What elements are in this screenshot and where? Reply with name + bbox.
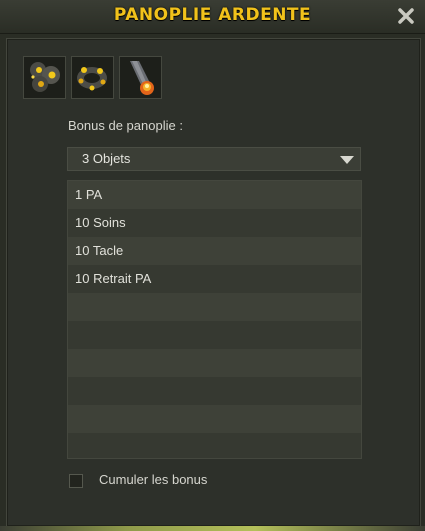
item-slot-belt[interactable]	[71, 56, 114, 99]
dropdown-selected-value: 3 Objets	[82, 151, 131, 166]
bonus-list[interactable]: 1 PA 10 Soins 10 Tacle 10 Retrait PA	[67, 180, 362, 459]
ardent-belt-icon	[77, 67, 107, 91]
cumulate-checkbox[interactable]	[69, 474, 83, 488]
bonus-row: 1 PA	[68, 181, 361, 209]
bottom-edge	[0, 526, 425, 531]
bonus-row: 10 Retrait PA	[68, 265, 361, 293]
content-panel: Bonus de panoplie : 3 Objets 1 PA 10 Soi…	[6, 38, 421, 527]
ardent-torch-weapon-icon	[130, 61, 154, 95]
bonus-row	[68, 405, 361, 433]
chevron-down-icon	[340, 156, 354, 164]
bonus-row	[68, 321, 361, 349]
bonus-row	[68, 433, 361, 458]
item-count-dropdown[interactable]: 3 Objets	[67, 147, 361, 171]
title-bar[interactable]: PANOPLIE ARDENTE	[0, 0, 425, 34]
close-icon	[398, 8, 414, 24]
item-slot-amulet[interactable]	[23, 56, 66, 99]
close-button[interactable]	[395, 5, 417, 27]
ardent-amulet-icon	[30, 62, 60, 92]
set-bonus-label: Bonus de panoplie :	[68, 118, 183, 133]
bonus-row	[68, 377, 361, 405]
window-title: PANOPLIE ARDENTE	[113, 5, 312, 25]
bonus-row	[68, 293, 361, 321]
bonus-row	[68, 349, 361, 377]
item-slot-weapon[interactable]	[119, 56, 162, 99]
set-window: PANOPLIE ARDENTE Bonus de panoplie: 3 O…	[0, 0, 425, 531]
bonus-row: 10 Tacle	[68, 237, 361, 265]
cumulate-label: Cumuler les bonus	[99, 472, 208, 487]
bonus-row: 10 Soins	[68, 209, 361, 237]
